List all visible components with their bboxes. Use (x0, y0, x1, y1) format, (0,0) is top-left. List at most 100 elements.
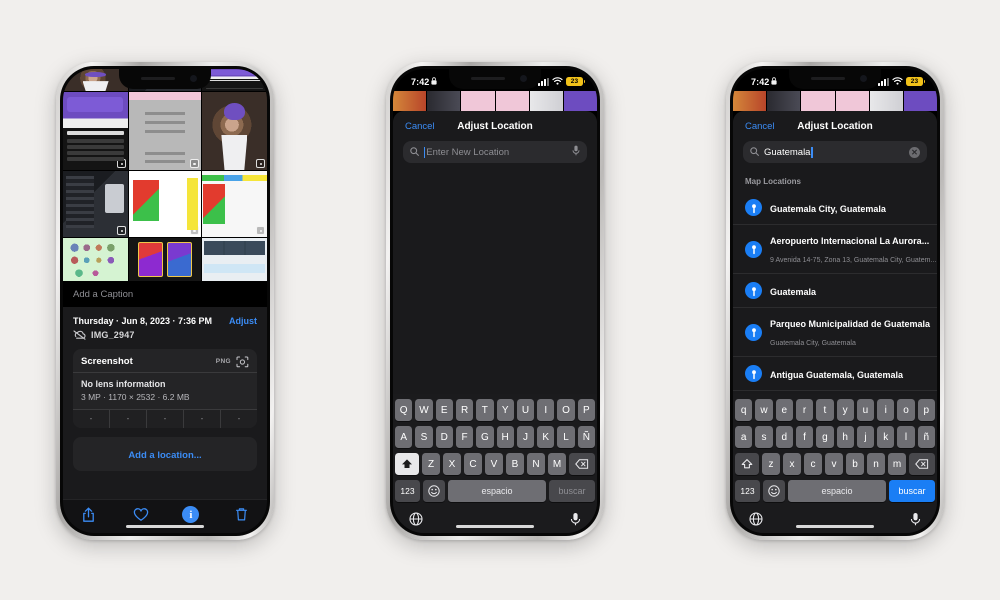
key-m[interactable]: M (548, 453, 566, 475)
key-c[interactable]: c (804, 453, 822, 475)
search-input[interactable]: Enter New Location (403, 141, 587, 163)
share-icon[interactable] (79, 505, 99, 525)
key-w[interactable]: w (755, 399, 773, 421)
space-key[interactable]: espacio (448, 480, 546, 502)
cancel-button[interactable]: Cancel (405, 121, 435, 132)
numbers-key[interactable]: 123 (735, 480, 760, 502)
photo-viewer[interactable] (63, 69, 267, 281)
key-x[interactable]: x (783, 453, 801, 475)
adjust-location-empty-screen: 7:42 23 Cancel Adjust Location Enter New… (393, 69, 597, 533)
key-a[interactable]: a (735, 426, 753, 448)
key-w[interactable]: W (415, 399, 433, 421)
background-photo-strip (733, 91, 937, 111)
key-b[interactable]: B (506, 453, 524, 475)
key-enye[interactable]: ñ (917, 426, 935, 448)
key-v[interactable]: V (485, 453, 503, 475)
key-s[interactable]: S (415, 426, 433, 448)
trash-icon[interactable] (231, 505, 251, 525)
backspace-icon[interactable] (569, 453, 595, 475)
key-l[interactable]: l (897, 426, 915, 448)
key-e[interactable]: e (775, 399, 793, 421)
return-key[interactable]: buscar (549, 480, 595, 502)
key-u[interactable]: U (516, 399, 535, 421)
key-p[interactable]: p (917, 399, 935, 421)
backspace-icon[interactable] (909, 453, 935, 475)
key-g[interactable]: g (816, 426, 834, 448)
key-f[interactable]: F (455, 426, 474, 448)
key-z[interactable]: Z (422, 453, 440, 475)
key-c[interactable]: C (464, 453, 482, 475)
clear-circle-icon[interactable]: ✕ (909, 146, 920, 158)
globe-icon[interactable] (749, 512, 763, 529)
adjust-date-button[interactable]: Adjust (229, 316, 257, 326)
key-n[interactable]: N (527, 453, 545, 475)
key-n[interactable]: n (867, 453, 885, 475)
list-item[interactable]: Aeropuerto Internacional La Aurora... 9 … (733, 225, 937, 274)
key-s[interactable]: s (755, 426, 773, 448)
return-key[interactable]: buscar (889, 480, 935, 502)
numbers-key[interactable]: 123 (395, 480, 420, 502)
list-item[interactable]: Antigua Guatemala, Guatemala (733, 357, 937, 391)
key-g[interactable]: G (476, 426, 494, 448)
key-d[interactable]: d (775, 426, 793, 448)
key-f[interactable]: f (795, 426, 814, 448)
info-icon[interactable]: i (182, 506, 200, 523)
list-item[interactable]: Guatemala City, Guatemala (733, 191, 937, 225)
key-k[interactable]: K (537, 426, 555, 448)
key-h[interactable]: H (496, 426, 514, 448)
heart-icon[interactable] (131, 505, 151, 525)
front-camera (860, 75, 867, 82)
list-item[interactable]: Guatemala (733, 274, 937, 308)
key-r[interactable]: r (795, 399, 814, 421)
search-value-wrap: Guatemala (764, 146, 904, 158)
earpiece-speaker (141, 77, 175, 80)
space-key[interactable]: espacio (788, 480, 886, 502)
key-k[interactable]: k (877, 426, 895, 448)
key-d[interactable]: D (435, 426, 453, 448)
key-l[interactable]: L (557, 426, 575, 448)
key-m[interactable]: m (888, 453, 906, 475)
key-e[interactable]: E (435, 399, 453, 421)
key-o[interactable]: O (557, 399, 575, 421)
key-p[interactable]: P (577, 399, 595, 421)
microphone-icon[interactable] (570, 512, 581, 529)
key-r[interactable]: R (455, 399, 474, 421)
results-area[interactable]: Map Locations Guatemala City, Guatemala (733, 171, 937, 394)
key-u[interactable]: u (856, 399, 875, 421)
key-y[interactable]: Y (496, 399, 514, 421)
microphone-icon[interactable] (572, 145, 580, 159)
key-o[interactable]: o (897, 399, 915, 421)
key-j[interactable]: J (516, 426, 535, 448)
key-t[interactable]: t (816, 399, 834, 421)
key-i[interactable]: I (537, 399, 555, 421)
status-time: 7:42 (751, 76, 770, 87)
globe-icon[interactable] (409, 512, 423, 529)
key-t[interactable]: T (476, 399, 494, 421)
key-v[interactable]: v (825, 453, 843, 475)
bg-thumb (733, 91, 767, 111)
adjust-location-sheet: Cancel Adjust Location Guatemala ✕ Map L… (733, 111, 937, 533)
key-enye[interactable]: Ñ (577, 426, 595, 448)
shift-outline-icon[interactable] (735, 453, 759, 475)
search-input[interactable]: Guatemala ✕ (743, 141, 927, 163)
cancel-button[interactable]: Cancel (745, 121, 775, 132)
key-b[interactable]: b (846, 453, 864, 475)
key-z[interactable]: z (762, 453, 780, 475)
microphone-icon[interactable] (910, 512, 921, 529)
emoji-icon[interactable] (763, 480, 785, 502)
key-q[interactable]: q (735, 399, 753, 421)
collage-tile-pokemon-grid (63, 238, 129, 281)
bg-thumb (801, 91, 835, 111)
key-a[interactable]: A (395, 426, 413, 448)
key-h[interactable]: h (836, 426, 854, 448)
shift-filled-icon[interactable] (395, 453, 419, 475)
key-q[interactable]: Q (395, 399, 413, 421)
key-y[interactable]: y (836, 399, 854, 421)
emoji-icon[interactable] (423, 480, 445, 502)
list-item[interactable]: Parqueo Municipalidad de Guatemala Guate… (733, 308, 937, 357)
caption-field[interactable]: Add a Caption (63, 281, 267, 307)
key-i[interactable]: i (877, 399, 895, 421)
key-x[interactable]: X (443, 453, 461, 475)
key-j[interactable]: j (856, 426, 875, 448)
add-location-button[interactable]: Add a location... (73, 436, 257, 471)
